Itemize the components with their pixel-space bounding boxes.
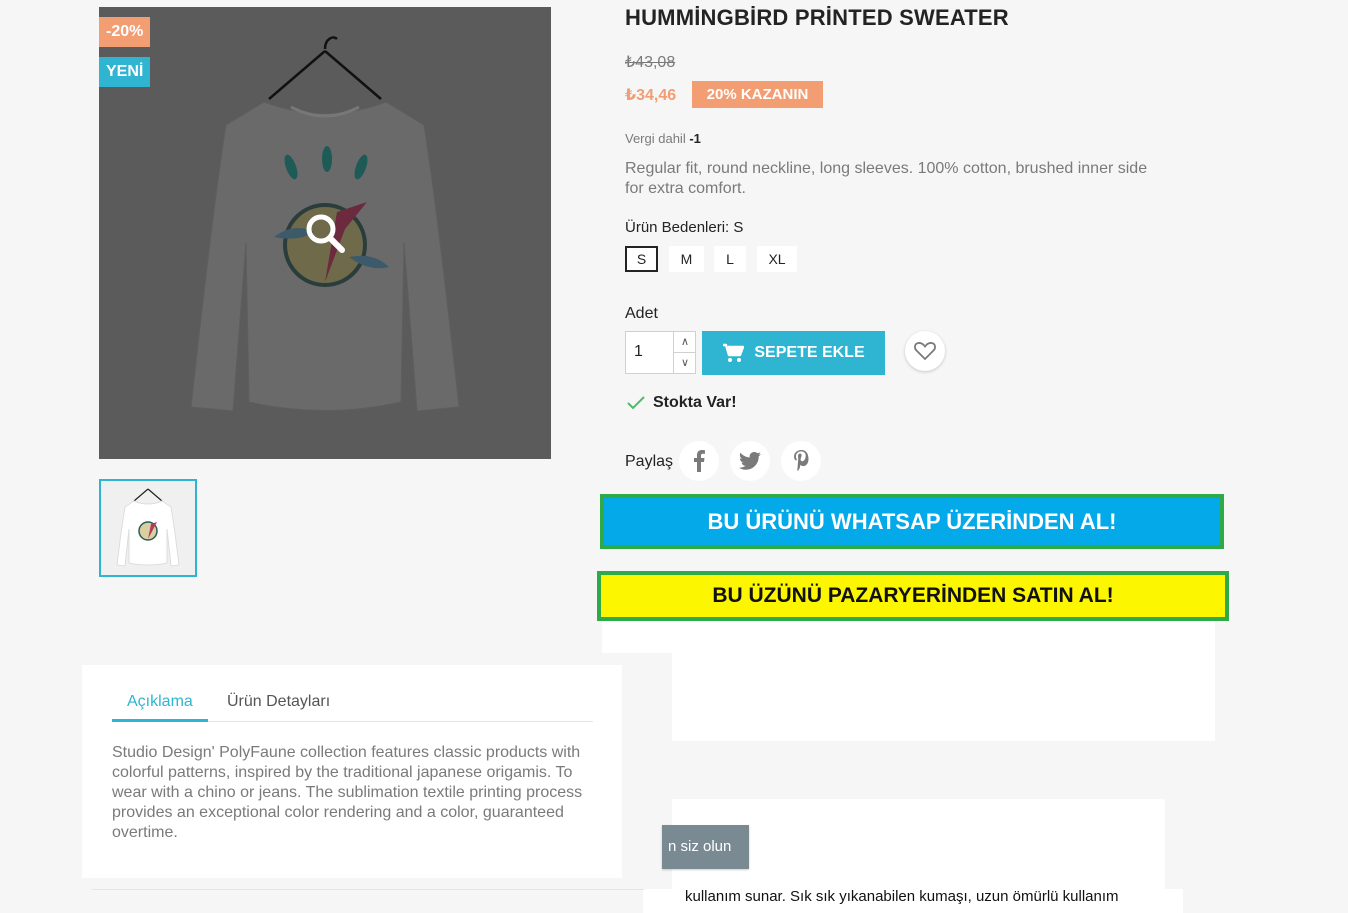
facebook-icon: [694, 450, 705, 472]
zoom-icon[interactable]: [304, 212, 348, 256]
regular-price: ₺43,08: [625, 54, 676, 71]
tax-value: -1: [689, 131, 701, 146]
short-description: Regular fit, round neckline, long sleeve…: [625, 160, 1148, 197]
share-label: Paylaş: [625, 453, 674, 470]
wishlist-button[interactable]: [905, 331, 945, 371]
size-option-m[interactable]: M: [669, 246, 704, 272]
notify-button[interactable]: n siz olun: [662, 825, 749, 869]
divider: [92, 889, 644, 890]
facebook-share-button[interactable]: [679, 441, 719, 481]
twitter-share-button[interactable]: [730, 441, 770, 481]
size-option-l[interactable]: L: [714, 246, 746, 272]
product-title: HUMMİNGBİRD PRİNTED SWEATER: [625, 5, 1009, 30]
tab-product-details[interactable]: Ürün Detayları: [227, 693, 330, 711]
size-label: Ürün Bedenleri: S: [625, 219, 744, 236]
pinterest-share-button[interactable]: [781, 441, 821, 481]
current-price: ₺34,46: [625, 87, 677, 104]
discount-badge: 20% KAZANIN: [692, 81, 823, 108]
quantity-input[interactable]: 1: [634, 343, 643, 361]
cart-icon: [723, 343, 745, 362]
tax-label-text: Vergi dahil: [625, 131, 686, 146]
stock-label: Stokta Var!: [653, 394, 737, 411]
product-cover-image[interactable]: -20% YENİ: [99, 7, 551, 459]
quantity-label: Adet: [625, 305, 658, 322]
tab-description[interactable]: Açıklama: [127, 693, 193, 711]
add-to-cart-button[interactable]: SEPETE EKLE: [702, 331, 885, 375]
size-option-s[interactable]: S: [625, 246, 658, 272]
chevron-up-icon[interactable]: ∧: [673, 332, 696, 353]
discount-flag: -20%: [99, 17, 151, 47]
product-thumbnail[interactable]: [99, 479, 197, 577]
check-icon: [627, 396, 645, 410]
stock-status: Stokta Var!: [627, 394, 737, 412]
thumbnail-image: [116, 488, 180, 567]
product-description: Studio Design' PolyFaune collection feat…: [112, 744, 583, 841]
chevron-down-icon[interactable]: ∨: [673, 353, 696, 373]
quantity-stepper[interactable]: 1 ∧ ∨: [625, 331, 696, 374]
pinterest-icon: [794, 450, 809, 472]
tax-label: Vergi dahil -1: [625, 131, 701, 146]
size-option-xl[interactable]: XL: [757, 246, 797, 272]
overlay-panel: [672, 621, 1215, 741]
twitter-icon: [739, 452, 761, 470]
active-tab-indicator: [112, 719, 208, 722]
product-tabs: Açıklama Ürün Detayları Studio Design' P…: [82, 665, 622, 878]
heart-icon: [914, 342, 936, 361]
add-to-cart-label: SEPETE EKLE: [754, 344, 865, 361]
whatsapp-buy-button[interactable]: BU ÜRÜNÜ WHATSAP ÜZERİNDEN AL!: [600, 494, 1224, 549]
marketplace-buy-button[interactable]: BU ÜZÜNÜ PAZARYERİNDEN SATIN AL!: [597, 571, 1229, 621]
overlay-text: kullanım sunar. Sık sık yıkanabilen kuma…: [685, 888, 1119, 905]
new-flag: YENİ: [99, 57, 151, 87]
